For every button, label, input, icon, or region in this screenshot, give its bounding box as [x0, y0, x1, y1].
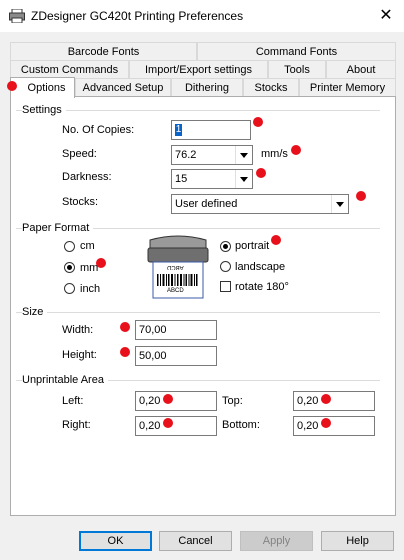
group-divider — [16, 110, 380, 111]
rotate-label: rotate 180° — [235, 281, 289, 293]
tab-advanced-setup[interactable]: Advanced Setup — [75, 78, 171, 96]
tab-tools[interactable]: Tools — [268, 60, 326, 78]
chevron-down-icon[interactable] — [331, 195, 348, 213]
height-label: Height: — [62, 349, 97, 361]
paper-format-group-title: Paper Format — [22, 222, 94, 234]
marker-dot — [291, 145, 301, 155]
right-input[interactable]: 0,20 — [135, 416, 217, 436]
marker-dot — [163, 418, 173, 428]
help-button[interactable]: Help — [321, 531, 394, 551]
group-divider — [16, 312, 380, 313]
settings-group-title: Settings — [22, 104, 66, 116]
speed-label: Speed: — [62, 148, 97, 160]
copies-input[interactable]: 1 — [171, 120, 251, 140]
printer-label-illustration: ABCD ABCD — [147, 234, 209, 300]
unprintable-group-title: Unprintable Area — [22, 374, 108, 386]
copies-label: No. Of Copies: — [62, 124, 135, 136]
marker-dot — [96, 258, 106, 268]
window-title: ZDesigner GC420t Printing Preferences — [31, 9, 244, 23]
orientation-radio-landscape[interactable] — [220, 261, 231, 272]
size-group-title: Size — [22, 306, 48, 318]
chevron-down-icon[interactable] — [235, 170, 252, 188]
orientation-label-portrait: portrait — [235, 240, 270, 252]
bottom-input[interactable]: 0,20 — [293, 416, 375, 436]
apply-button[interactable]: Apply — [240, 531, 313, 551]
marker-dot — [356, 191, 366, 201]
unit-radio-mm[interactable] — [64, 262, 75, 273]
tab-stocks[interactable]: Stocks — [243, 78, 299, 96]
darkness-value: 15 — [175, 173, 188, 185]
ok-button[interactable]: OK — [79, 531, 152, 551]
marker-dot — [120, 322, 130, 332]
height-input[interactable]: 50,00 — [135, 346, 217, 366]
unit-radio-inch[interactable] — [64, 283, 75, 294]
marker-dot — [120, 347, 130, 357]
close-icon[interactable]: ✕ — [375, 5, 397, 27]
printer-icon — [9, 8, 25, 24]
cancel-button[interactable]: Cancel — [159, 531, 232, 551]
orientation-radio-portrait[interactable] — [220, 241, 231, 252]
top-label: Top: — [222, 395, 243, 407]
unit-radio-cm[interactable] — [64, 241, 75, 252]
width-input[interactable]: 70,00 — [135, 320, 217, 340]
marker-dot — [163, 394, 173, 404]
tab-import-export[interactable]: Import/Export settings — [129, 60, 268, 78]
stocks-label: Stocks: — [62, 196, 99, 208]
right-label: Right: — [62, 419, 91, 431]
bottom-label: Bottom: — [222, 419, 260, 431]
unit-label-cm: cm — [80, 240, 95, 252]
tab-about[interactable]: About — [326, 60, 396, 78]
marker-dot — [271, 235, 281, 245]
copies-value: 1 — [175, 124, 182, 137]
left-label: Left: — [62, 395, 84, 407]
orientation-label-landscape: landscape — [235, 261, 286, 273]
darkness-label: Darkness: — [62, 171, 112, 183]
marker-dot — [7, 81, 17, 91]
tab-command-fonts[interactable]: Command Fonts — [197, 42, 396, 60]
tab-dithering[interactable]: Dithering — [171, 78, 243, 96]
tab-printer-memory[interactable]: Printer Memory — [299, 78, 396, 96]
rotate-checkbox[interactable] — [220, 281, 231, 292]
top-input[interactable]: 0,20 — [293, 391, 375, 411]
stocks-value: User defined — [175, 198, 238, 210]
darkness-select[interactable]: 15 — [171, 169, 253, 189]
stocks-select[interactable]: User defined — [171, 194, 349, 214]
speed-value: 76.2 — [175, 149, 197, 161]
chevron-down-icon[interactable] — [235, 146, 252, 164]
label-text-bottom: ABCD — [167, 288, 184, 294]
tab-options[interactable]: Options — [10, 77, 75, 98]
speed-select[interactable]: 76.2 — [171, 145, 253, 165]
marker-dot — [253, 117, 263, 127]
marker-dot — [321, 418, 331, 428]
width-label: Width: — [62, 324, 94, 336]
label-text-top: ABCD — [167, 264, 184, 270]
marker-dot — [256, 168, 266, 178]
tab-barcode-fonts[interactable]: Barcode Fonts — [10, 42, 197, 60]
speed-unit: mm/s — [261, 148, 288, 160]
marker-dot — [321, 394, 331, 404]
title-bar: ZDesigner GC420t Printing Preferences ✕ — [0, 0, 404, 32]
tab-custom-commands[interactable]: Custom Commands — [10, 60, 129, 78]
unit-label-inch: inch — [80, 283, 101, 295]
left-input[interactable]: 0,20 — [135, 391, 217, 411]
